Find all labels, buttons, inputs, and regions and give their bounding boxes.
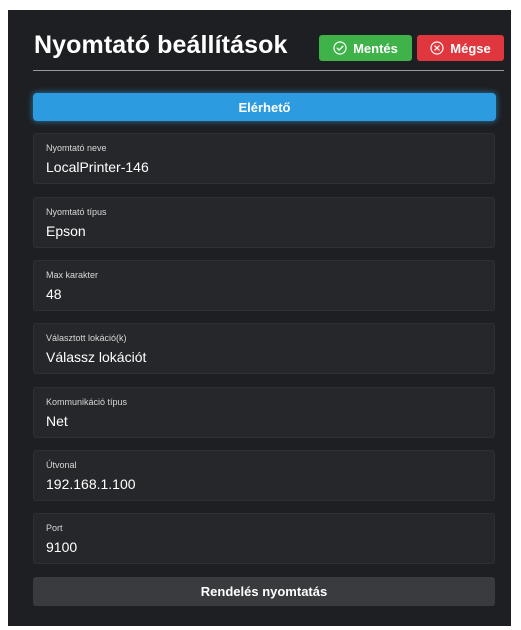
status-button[interactable]: Elérhető bbox=[33, 93, 496, 121]
field-value: LocalPrinter-146 bbox=[46, 159, 149, 175]
x-circle-icon bbox=[430, 41, 444, 55]
field-value: Net bbox=[46, 413, 68, 429]
check-circle-icon bbox=[333, 41, 347, 55]
field-printer-name[interactable]: Nyomtató neve LocalPrinter-146 bbox=[33, 133, 495, 184]
field-port[interactable]: Port 9100 bbox=[33, 513, 495, 564]
field-label: Nyomtató neve bbox=[46, 143, 107, 153]
field-label: Választott lokáció(k) bbox=[46, 333, 127, 343]
field-selected-locations[interactable]: Választott lokáció(k) Válassz lokációt bbox=[33, 323, 495, 374]
field-label: Nyomtató típus bbox=[46, 207, 107, 217]
field-label: Útvonal bbox=[46, 460, 77, 470]
save-button[interactable]: Mentés bbox=[319, 35, 412, 61]
field-max-characters[interactable]: Max karakter 48 bbox=[33, 260, 495, 311]
field-communication-type[interactable]: Kommunikáció típus Net bbox=[33, 387, 495, 438]
field-value: 48 bbox=[46, 286, 62, 302]
field-label: Port bbox=[46, 523, 63, 533]
field-path[interactable]: Útvonal 192.168.1.100 bbox=[33, 450, 495, 501]
save-button-label: Mentés bbox=[353, 40, 398, 56]
header-divider bbox=[33, 70, 504, 71]
field-value: Válassz lokációt bbox=[46, 349, 147, 365]
field-value: 192.168.1.100 bbox=[46, 476, 136, 492]
field-value: 9100 bbox=[46, 539, 78, 555]
order-print-button[interactable]: Rendelés nyomtatás bbox=[33, 577, 495, 606]
cancel-button[interactable]: Mégse bbox=[417, 35, 504, 61]
cancel-button-label: Mégse bbox=[450, 40, 491, 56]
field-printer-type[interactable]: Nyomtató típus Epson bbox=[33, 197, 495, 248]
page-title: Nyomtató beállítások bbox=[34, 31, 288, 59]
page: Nyomtató beállítások Mentés Mégse Elérhe… bbox=[0, 0, 521, 630]
field-label: Kommunikáció típus bbox=[46, 397, 128, 407]
field-value: Epson bbox=[46, 223, 86, 239]
field-label: Max karakter bbox=[46, 270, 99, 280]
